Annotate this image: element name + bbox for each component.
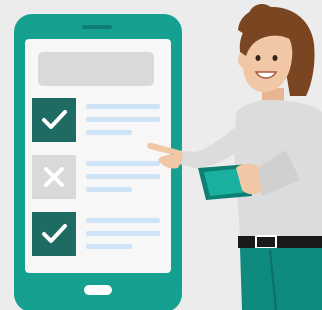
- phone-home-button: [84, 285, 112, 295]
- checkbox-checked: [32, 212, 76, 256]
- belt: [238, 236, 322, 248]
- eye-right: [272, 55, 278, 61]
- phone: [14, 14, 182, 310]
- illustration-svg: [0, 0, 322, 310]
- text-line: [86, 117, 160, 122]
- text-line: [86, 130, 132, 135]
- pants: [240, 248, 322, 310]
- text-line: [86, 244, 132, 249]
- text-line: [86, 218, 160, 223]
- eye-left: [255, 55, 261, 61]
- text-line: [86, 104, 160, 109]
- text-line: [86, 187, 132, 192]
- text-line: [86, 231, 160, 236]
- phone-speaker: [82, 25, 112, 29]
- text-line: [86, 174, 160, 179]
- illustration-scene: [0, 0, 322, 310]
- checkbox-checked: [32, 98, 76, 142]
- text-line: [86, 161, 160, 166]
- screen-header-bar: [38, 52, 154, 86]
